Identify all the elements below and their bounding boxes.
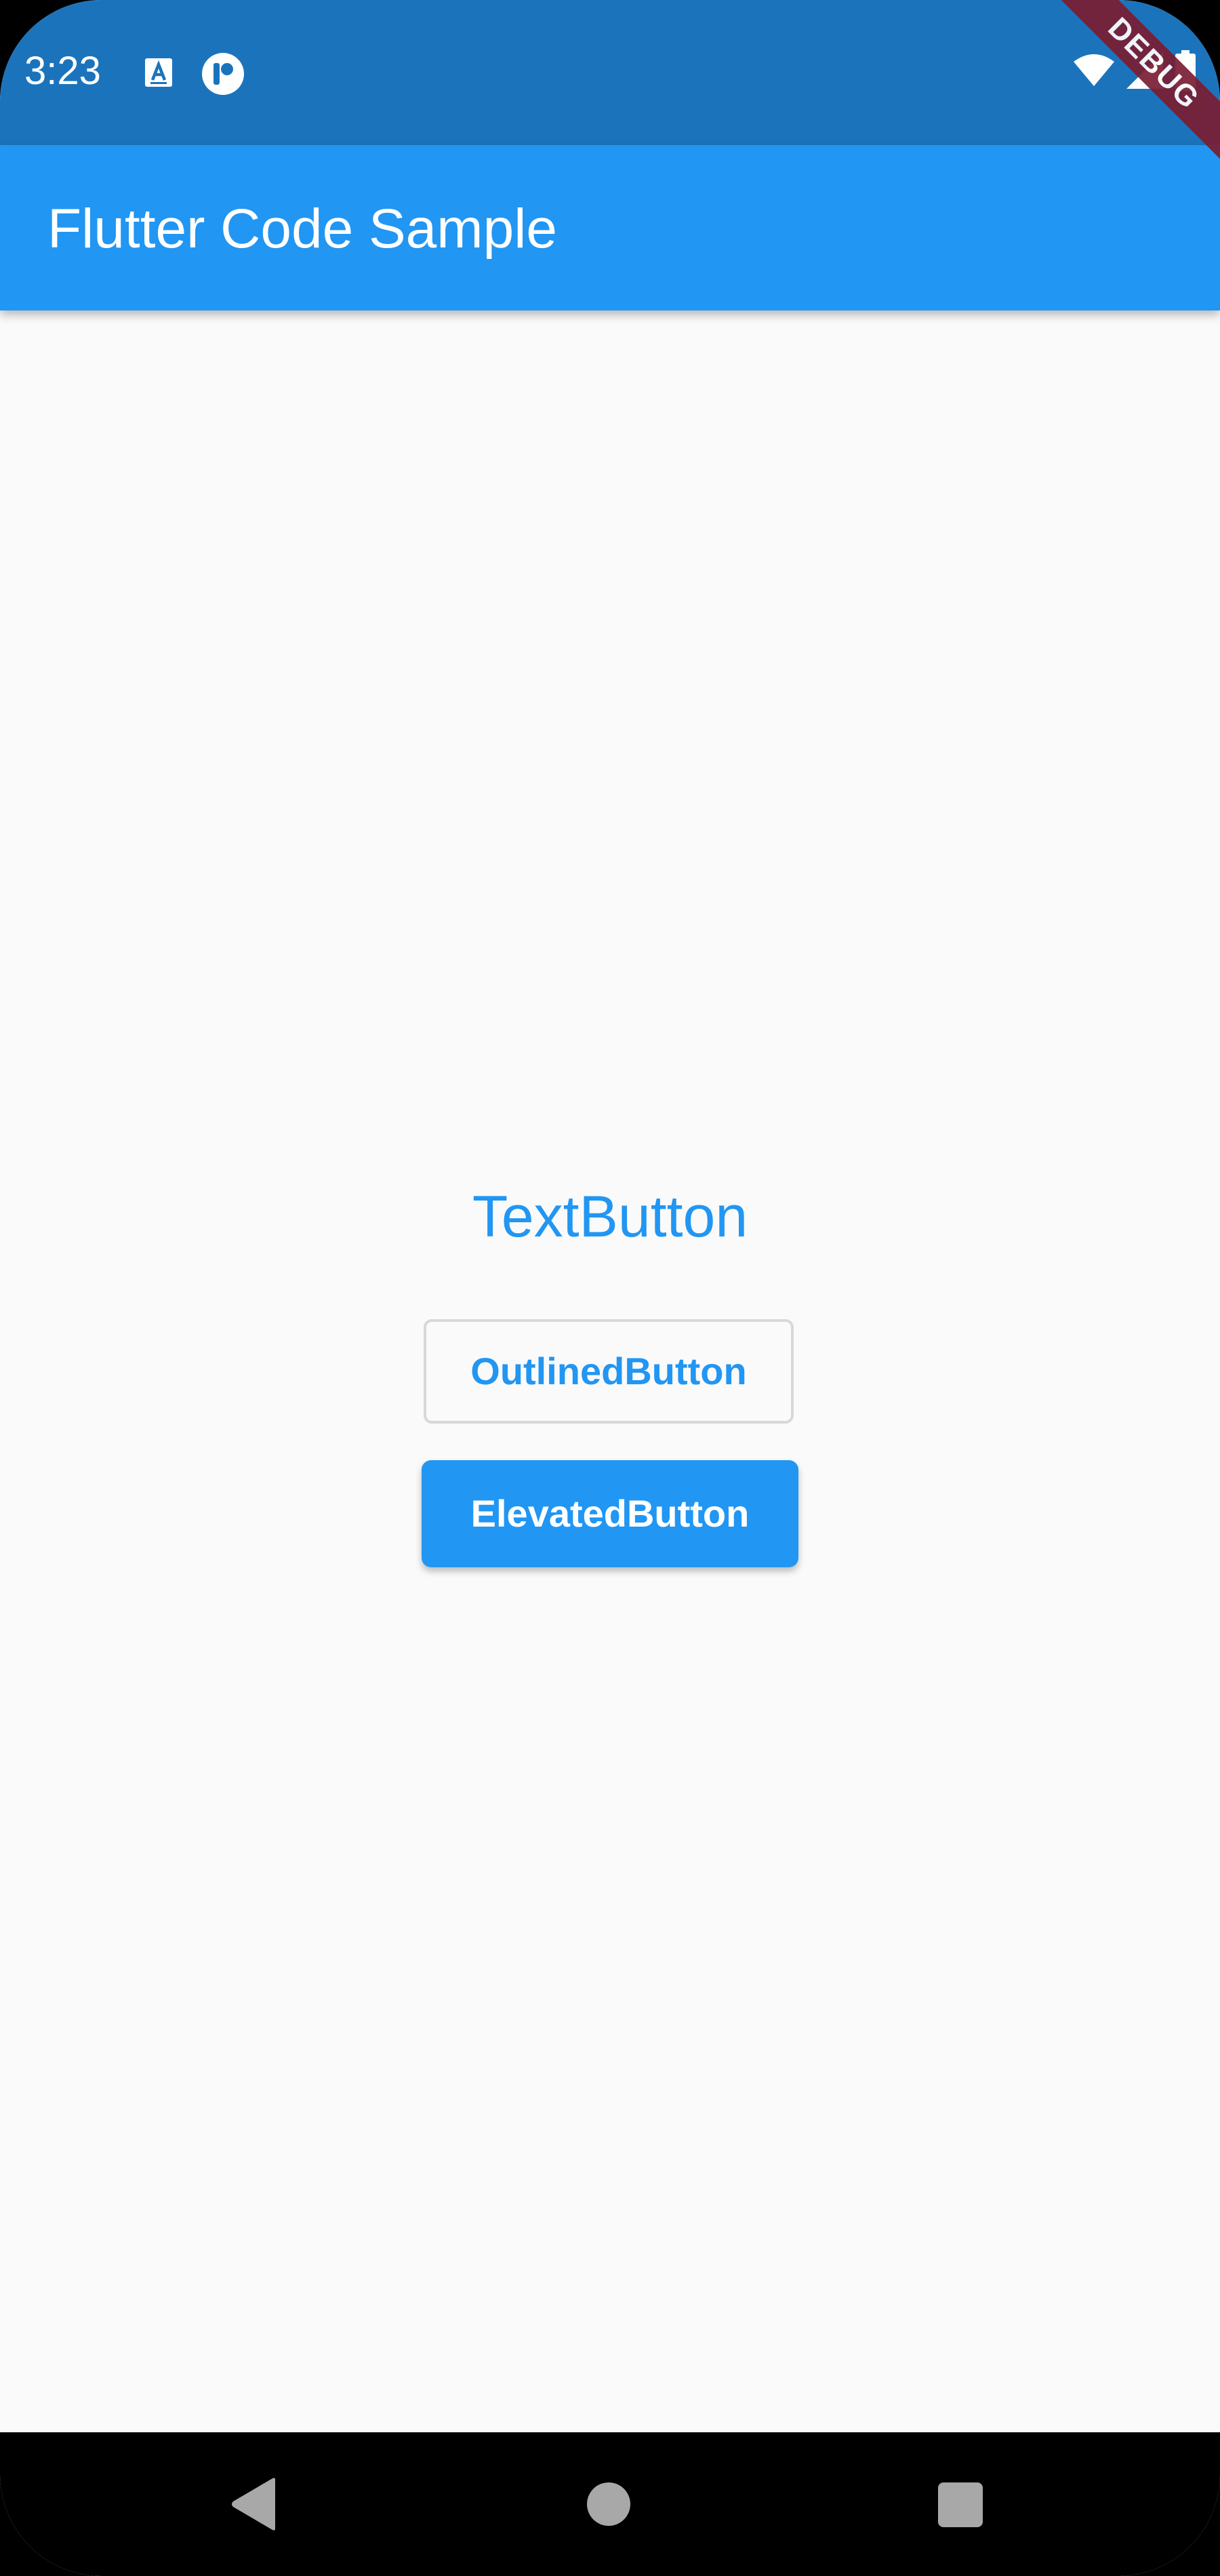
text-button[interactable]: TextButton bbox=[434, 1166, 786, 1268]
elevated-button[interactable]: ElevatedButton bbox=[422, 1460, 798, 1567]
home-circle-icon[interactable] bbox=[587, 2482, 630, 2526]
recents-square-icon[interactable] bbox=[938, 2482, 983, 2527]
text-a-icon bbox=[145, 58, 172, 87]
status-bar: 3:23 DEBUG bbox=[0, 0, 1220, 179]
app-bar: Flutter Code Sample bbox=[0, 145, 1220, 310]
app-bar-title: Flutter Code Sample bbox=[47, 198, 558, 260]
status-time: 3:23 bbox=[24, 49, 101, 93]
wifi-icon bbox=[1074, 54, 1114, 91]
outlined-button[interactable]: OutlinedButton bbox=[424, 1319, 794, 1424]
pocket-p-icon bbox=[202, 53, 244, 95]
phone-screen: 3:23 DEBUG Flutter Code Sample TextButto… bbox=[0, 0, 1220, 2576]
navigation-bar bbox=[0, 2432, 1220, 2576]
back-triangle-icon[interactable] bbox=[230, 2477, 278, 2531]
